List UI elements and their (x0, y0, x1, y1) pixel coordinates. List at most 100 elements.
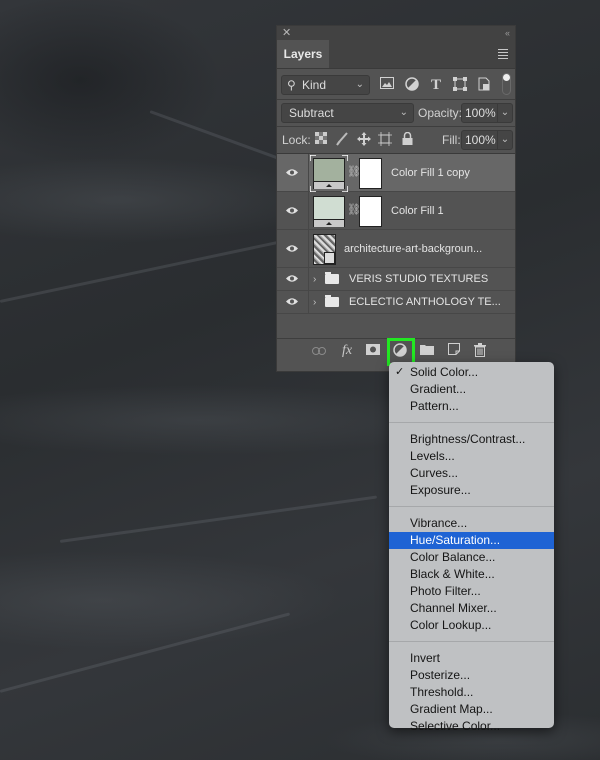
tab-layers[interactable]: Layers (277, 40, 329, 68)
layer-name: architecture-art-backgroun... (344, 243, 483, 255)
menu-item-solid-color[interactable]: ✓ Solid Color... (389, 364, 554, 381)
menu-item-label: Levels... (410, 449, 455, 463)
menu-item-selective-color[interactable]: Selective Color... (389, 718, 554, 735)
menu-item-label: Posterize... (410, 668, 471, 682)
menu-item-label: Photo Filter... (410, 584, 481, 598)
layer-style-fx-icon[interactable]: fx (339, 343, 355, 359)
visibility-column (277, 154, 309, 191)
lock-row: Lock: Fill: 100% ⌄ (277, 127, 515, 154)
expand-arrow-icon[interactable]: › (313, 291, 316, 314)
menu-item-label: Gradient... (410, 382, 467, 396)
menu-item-label: Vibrance... (410, 516, 468, 530)
eye-icon[interactable] (286, 168, 298, 177)
menu-separator (389, 641, 554, 642)
collapse-icon[interactable]: ‹‹ (505, 26, 510, 40)
menu-item-black-white[interactable]: Black & White... (389, 566, 554, 583)
visibility-column (277, 192, 309, 229)
menu-item-color-balance[interactable]: Color Balance... (389, 549, 554, 566)
menu-item-color-lookup[interactable]: Color Lookup... (389, 617, 554, 634)
folder-icon (325, 272, 339, 284)
close-icon[interactable]: ✕ (282, 26, 291, 40)
menu-item-channel-mixer[interactable]: Channel Mixer... (389, 600, 554, 617)
expand-arrow-icon[interactable]: › (313, 268, 316, 291)
blend-row: Subtract ⌄ Opacity: 100% ⌄ (277, 100, 515, 127)
opacity-dropdown-button[interactable]: ⌄ (497, 103, 513, 123)
lock-image-pixels-icon[interactable] (335, 132, 349, 148)
new-group-icon[interactable] (419, 343, 435, 359)
menu-item-posterize[interactable]: Posterize... (389, 667, 554, 684)
visibility-column (277, 230, 309, 267)
menu-item-exposure[interactable]: Exposure... (389, 482, 554, 499)
layer-row[interactable]: ⛓ Color Fill 1 copy (277, 154, 515, 192)
eye-icon[interactable] (286, 244, 298, 253)
menu-item-gradient[interactable]: Gradient... (389, 381, 554, 398)
menu-item-label: Black & White... (410, 567, 495, 581)
fill-input[interactable]: 100% (461, 130, 498, 150)
group-row[interactable]: › VERIS STUDIO TEXTURES (277, 268, 515, 291)
filter-kind-select[interactable]: ⚲ Kind ⌄ (281, 75, 370, 95)
menu-item-pattern[interactable]: Pattern... (389, 398, 554, 415)
layer-mask-thumbnail[interactable] (359, 158, 382, 189)
pixel-layer-filter-icon[interactable] (379, 77, 395, 93)
menu-item-label: Threshold... (410, 685, 474, 699)
checkmark-icon: ✓ (395, 366, 405, 378)
menu-item-threshold[interactable]: Threshold... (389, 684, 554, 701)
filter-kind-label: Kind (302, 78, 327, 92)
menu-item-label: Invert (410, 651, 441, 665)
link-layers-icon[interactable] (311, 343, 327, 359)
layer-row[interactable]: architecture-art-backgroun... (277, 230, 515, 268)
type-layer-filter-icon[interactable]: T (428, 77, 444, 93)
group-row[interactable]: › ECLECTIC ANTHOLOGY TE... (277, 291, 515, 314)
eye-icon[interactable] (286, 206, 298, 215)
menu-item-brightness-contrast[interactable]: Brightness/Contrast... (389, 431, 554, 448)
group-name: ECLECTIC ANTHOLOGY TE... (349, 296, 501, 308)
layer-name: Color Fill 1 copy (391, 167, 470, 179)
lock-all-icon[interactable] (400, 131, 414, 148)
eye-icon[interactable] (286, 274, 298, 283)
layer-row[interactable]: ⛓ Color Fill 1 (277, 192, 515, 230)
layer-mask-thumbnail[interactable] (359, 196, 382, 227)
shape-layer-filter-icon[interactable] (452, 77, 468, 93)
filter-toggle[interactable] (502, 73, 511, 95)
menu-item-vibrance[interactable]: Vibrance... (389, 515, 554, 532)
menu-item-label: Hue/Saturation... (410, 533, 501, 547)
layer-name: Color Fill 1 (391, 205, 444, 217)
adjustment-layer-filter-icon[interactable] (404, 77, 420, 93)
menu-item-hue-saturation[interactable]: Hue/Saturation... (389, 532, 554, 549)
fill-dropdown-button[interactable]: ⌄ (497, 130, 513, 150)
menu-item-label: Solid Color... (410, 365, 479, 379)
image-thumbnail[interactable] (313, 234, 336, 265)
blend-mode-select[interactable]: Subtract ⌄ (281, 103, 414, 123)
filter-row: ⚲ Kind ⌄ T (277, 69, 515, 100)
menu-item-invert[interactable]: Invert (389, 650, 554, 667)
opacity-label: Opacity: (418, 106, 463, 120)
menu-item-label: Color Balance... (410, 550, 496, 564)
lock-artboard-icon[interactable] (378, 132, 392, 148)
panel-title-bar[interactable]: ✕ ‹‹ (277, 26, 515, 40)
new-layer-icon[interactable] (446, 343, 462, 359)
panel-menu-icon[interactable] (498, 49, 508, 61)
fill-thumbnail[interactable] (313, 196, 345, 227)
panel-tab-bar: Layers (277, 40, 515, 69)
lock-label: Lock: (282, 133, 311, 147)
visibility-column (277, 268, 309, 290)
trash-icon[interactable] (472, 343, 488, 359)
lock-position-icon[interactable] (357, 132, 371, 148)
menu-item-label: Curves... (410, 466, 459, 480)
chevron-down-icon: ⌄ (399, 107, 408, 118)
smart-object-badge-icon (324, 252, 335, 264)
lock-transparent-pixels-icon[interactable] (314, 132, 328, 148)
layers-panel: ✕ ‹‹ Layers ⚲ Kind ⌄ T Subtract ⌄ Opacit… (276, 25, 516, 372)
menu-item-curves[interactable]: Curves... (389, 465, 554, 482)
smart-object-filter-icon[interactable] (476, 77, 492, 93)
opacity-input[interactable]: 100% (461, 103, 498, 123)
chevron-down-icon: ⌄ (355, 79, 364, 90)
menu-item-label: Pattern... (410, 399, 459, 413)
eye-icon[interactable] (286, 297, 298, 306)
menu-item-levels[interactable]: Levels... (389, 448, 554, 465)
blend-mode-value: Subtract (289, 106, 334, 120)
menu-item-gradient-map[interactable]: Gradient Map... (389, 701, 554, 718)
adjustment-layer-menu: ✓ Solid Color... Gradient... Pattern... Brig… (389, 362, 554, 733)
menu-item-photo-filter[interactable]: Photo Filter... (389, 583, 554, 600)
add-mask-icon[interactable] (365, 343, 381, 359)
